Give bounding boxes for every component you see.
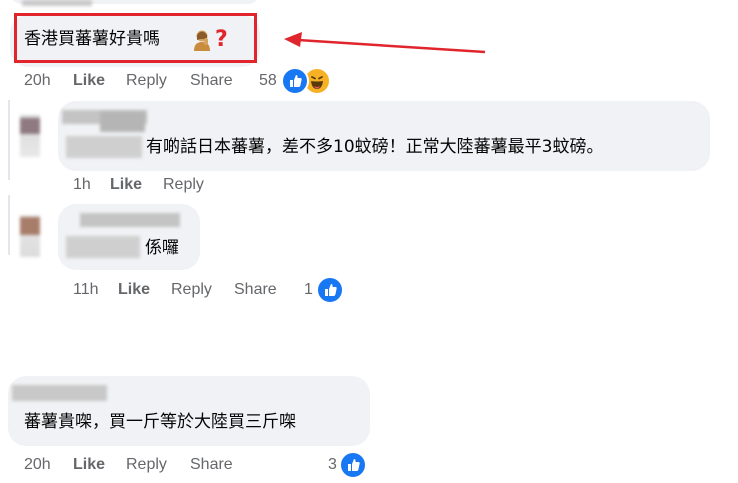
share-link[interactable]: Share [190,72,233,90]
annotation-arrow [284,32,486,54]
reply-link[interactable]: Reply [171,281,212,299]
blurred-name [22,0,92,6]
blurred-mention [66,236,140,258]
thread-line [8,195,10,255]
like-link[interactable]: Like [118,281,150,299]
reply-text: 有啲話日本蕃薯，差不多10蚊磅！正常大陸蕃薯最平3蚊磅。 [146,137,604,157]
blurred-mention [66,136,142,158]
reply-text: 係囉 [145,238,179,258]
reply-link[interactable]: Reply [163,176,204,194]
comment-time[interactable]: 20h [24,456,51,474]
reaction-count[interactable]: 58 [259,72,277,90]
thread-line [8,100,10,180]
reply-link[interactable]: Reply [126,72,167,90]
blurred-name [80,213,180,227]
reaction-count[interactable]: 3 [328,456,337,474]
comment-text: 蕃薯貴㗎，買一斤等於大陸買三斤㗎 [24,412,296,432]
avatar[interactable] [20,115,40,157]
share-link[interactable]: Share [190,456,233,474]
like-link[interactable]: Like [110,176,142,194]
like-link[interactable]: Like [73,456,105,474]
share-link[interactable]: Share [234,281,277,299]
like-link[interactable]: Like [73,72,105,90]
blurred-name [12,385,107,401]
reaction-count[interactable]: 1 [304,281,313,299]
avatar[interactable] [20,215,40,257]
highlight-box [14,13,257,63]
reply-link[interactable]: Reply [126,456,167,474]
blurred-name [100,112,145,132]
comment-time[interactable]: 1h [73,176,91,194]
like-reaction-icon[interactable] [316,276,344,304]
comment-time[interactable]: 20h [24,72,51,90]
like-reaction-icon[interactable] [339,451,367,479]
comment-time[interactable]: 11h [73,281,99,299]
like-reaction-icon[interactable] [281,67,309,95]
